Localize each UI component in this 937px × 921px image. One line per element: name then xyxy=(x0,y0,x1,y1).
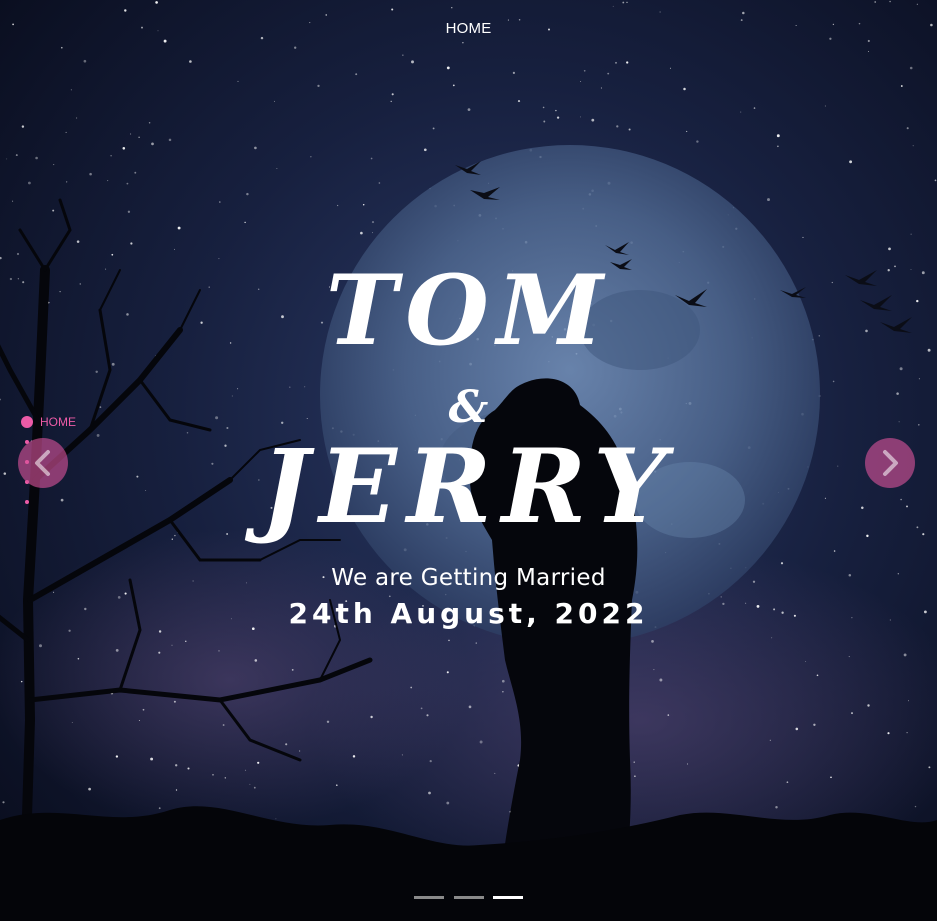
ampersand: & xyxy=(448,382,489,433)
carousel-indicator-1[interactable] xyxy=(414,896,445,899)
dot-icon xyxy=(25,500,29,504)
bride-groom-name-1: TOM xyxy=(325,254,612,367)
hero-subtitle: We are Getting Married xyxy=(331,565,606,591)
hero-section: HOME TOM & JERRY We are Getting Married … xyxy=(0,0,937,921)
bride-groom-name-2: JERRY xyxy=(260,427,677,547)
carousel-indicators xyxy=(0,896,937,902)
carousel-next-button[interactable] xyxy=(865,438,915,488)
wedding-date: 24th August, 2022 xyxy=(288,597,649,630)
chevron-left-icon xyxy=(35,450,50,476)
nav-home-link[interactable]: HOME xyxy=(0,20,937,37)
side-nav-label: HOME xyxy=(40,415,76,429)
carousel-indicator-2[interactable] xyxy=(453,896,484,899)
active-dot-icon xyxy=(21,416,33,428)
side-nav-item-home[interactable]: HOME xyxy=(18,413,138,433)
carousel-prev-button[interactable] xyxy=(18,438,68,488)
carousel-indicator-3[interactable] xyxy=(492,896,523,899)
side-nav-item[interactable] xyxy=(18,493,138,513)
top-navigation: HOME xyxy=(0,0,937,56)
chevron-right-icon xyxy=(883,450,898,476)
